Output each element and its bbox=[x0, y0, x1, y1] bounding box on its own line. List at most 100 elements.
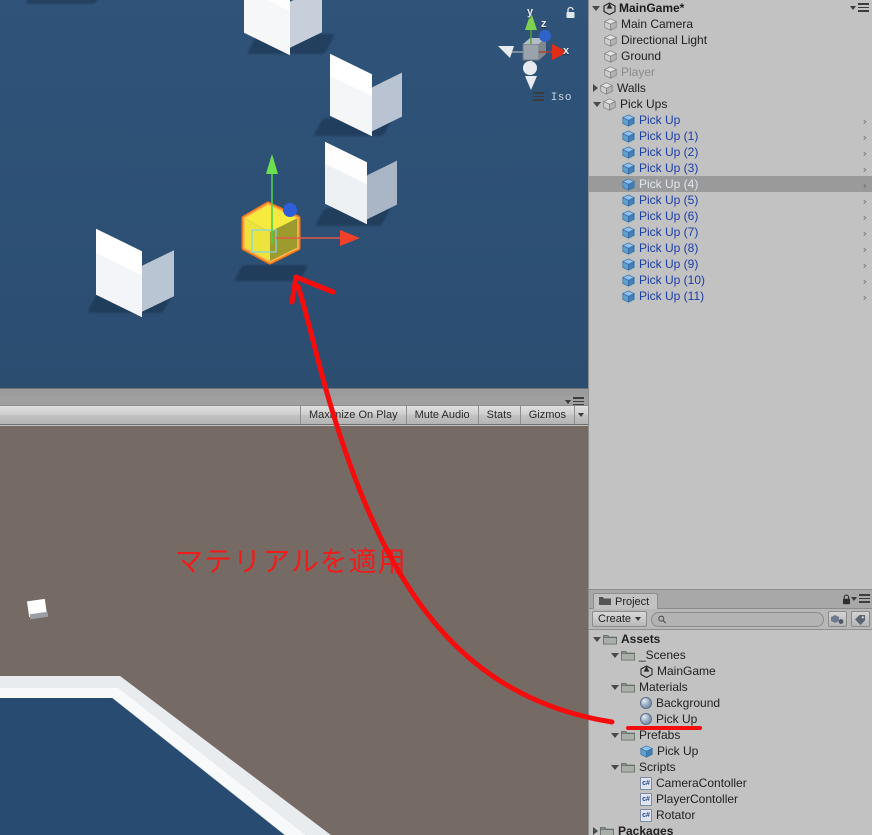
project-item-pick-up[interactable]: Pick Up bbox=[589, 743, 872, 759]
chevron-right-icon[interactable] bbox=[593, 827, 598, 835]
project-item-prefabs[interactable]: Prefabs bbox=[589, 727, 872, 743]
project-tabbar: Project bbox=[589, 590, 872, 610]
project-item-background[interactable]: Background bbox=[589, 695, 872, 711]
project-search-box[interactable] bbox=[651, 611, 824, 627]
project-lock-icon[interactable] bbox=[842, 594, 851, 605]
mute-audio-button[interactable]: Mute Audio bbox=[405, 406, 478, 424]
project-item-label: Scripts bbox=[639, 760, 676, 774]
scene-cube[interactable] bbox=[236, 0, 322, 56]
project-item-scenes[interactable]: _Scenes bbox=[589, 647, 872, 663]
project-item-cameracontoller[interactable]: c# CameraContoller bbox=[589, 775, 872, 791]
hierarchy-item-pick-up-5[interactable]: Pick Up (5) › bbox=[589, 192, 872, 208]
project-toolbar[interactable]: Create bbox=[589, 609, 872, 630]
gizmo-x-label: x bbox=[563, 45, 570, 57]
chevron-down-icon[interactable] bbox=[592, 5, 600, 11]
project-item-scripts[interactable]: Scripts bbox=[589, 759, 872, 775]
project-item-pick-up[interactable]: Pick Up bbox=[589, 711, 872, 727]
hierarchy-item-directional-light[interactable]: Directional Light bbox=[589, 32, 872, 48]
project-panel[interactable]: Project Create Assets _Scenes MainGame M… bbox=[589, 589, 872, 835]
project-item-packages[interactable]: Packages bbox=[589, 823, 872, 835]
hierarchy-item-ground[interactable]: Ground bbox=[589, 48, 872, 64]
hierarchy-item-pick-up-9[interactable]: Pick Up (9) › bbox=[589, 256, 872, 272]
project-panel-menu[interactable] bbox=[851, 594, 870, 603]
prefab-open-chevron-icon[interactable]: › bbox=[863, 243, 867, 256]
hierarchy-item-pick-ups[interactable]: Pick Ups bbox=[589, 96, 872, 112]
hierarchy-item-pick-up-7[interactable]: Pick Up (7) › bbox=[589, 224, 872, 240]
chevron-down-icon[interactable] bbox=[611, 732, 619, 738]
selected-cube-shadow bbox=[233, 265, 309, 281]
game-field bbox=[0, 676, 331, 835]
chevron-right-icon[interactable] bbox=[593, 84, 598, 92]
hierarchy-item-pick-up-11[interactable]: Pick Up (11) › bbox=[589, 288, 872, 304]
prefab-cube-icon bbox=[621, 273, 636, 287]
prefab-cube-icon bbox=[621, 177, 636, 191]
scene-view[interactable]: y z x Iso bbox=[0, 0, 588, 388]
hierarchy-item-pick-up-6[interactable]: Pick Up (6) › bbox=[589, 208, 872, 224]
project-item-playercontoller[interactable]: c# PlayerContoller bbox=[589, 791, 872, 807]
prefab-open-chevron-icon[interactable]: › bbox=[863, 179, 867, 192]
create-button[interactable]: Create bbox=[592, 611, 648, 627]
hierarchy-panel-menu[interactable] bbox=[850, 3, 869, 12]
hamburger-icon bbox=[858, 3, 869, 12]
hierarchy-item-pick-up-3[interactable]: Pick Up (3) › bbox=[589, 160, 872, 176]
chevron-down-icon[interactable] bbox=[611, 684, 619, 690]
tab-project[interactable]: Project bbox=[593, 593, 659, 610]
hierarchy-panel[interactable]: MainGame* Main Camera Directional Light Gr… bbox=[589, 0, 872, 589]
filter-by-label-button[interactable] bbox=[851, 611, 870, 627]
cube-icon bbox=[603, 33, 618, 47]
hierarchy-item-walls[interactable]: Walls bbox=[589, 80, 872, 96]
prefab-open-chevron-icon[interactable]: › bbox=[863, 115, 867, 128]
prefab-open-chevron-icon[interactable]: › bbox=[863, 131, 867, 144]
project-item-assets[interactable]: Assets bbox=[589, 631, 872, 647]
project-item-maingame[interactable]: MainGame bbox=[589, 663, 872, 679]
chevron-down-icon bbox=[578, 413, 584, 417]
hierarchy-item-pick-up-4[interactable]: Pick Up (4) › bbox=[589, 176, 872, 192]
project-item-rotator[interactable]: c# Rotator bbox=[589, 807, 872, 823]
project-item-materials[interactable]: Materials bbox=[589, 679, 872, 695]
prefab-cube-icon bbox=[621, 225, 636, 239]
hierarchy-item-pick-up-8[interactable]: Pick Up (8) › bbox=[589, 240, 872, 256]
cube-icon bbox=[599, 81, 614, 95]
project-search-input[interactable] bbox=[670, 613, 817, 625]
gizmos-dropdown-button[interactable] bbox=[574, 406, 588, 424]
prefab-open-chevron-icon[interactable]: › bbox=[863, 195, 867, 208]
hierarchy-item-label: Main Camera bbox=[621, 17, 694, 31]
game-view[interactable] bbox=[0, 426, 588, 835]
chevron-down-icon[interactable] bbox=[611, 652, 619, 658]
project-tree[interactable]: Assets _Scenes MainGame Materials Background… bbox=[589, 630, 872, 835]
gizmos-button[interactable]: Gizmos bbox=[519, 406, 574, 424]
hierarchy-item-pick-up-10[interactable]: Pick Up (10) › bbox=[589, 272, 872, 288]
project-item-label: MainGame bbox=[657, 664, 716, 678]
hierarchy-item-player[interactable]: Player bbox=[589, 64, 872, 80]
filter-by-type-button[interactable] bbox=[828, 611, 847, 627]
scene-cube[interactable] bbox=[330, 53, 406, 137]
prefab-open-chevron-icon[interactable]: › bbox=[863, 163, 867, 176]
scene-cube[interactable] bbox=[96, 228, 176, 318]
prefab-open-chevron-icon[interactable]: › bbox=[863, 211, 867, 224]
scene-projection-mode[interactable]: Iso bbox=[532, 92, 572, 104]
game-view-toolbar[interactable]: Maximize On Play Mute Audio Stats Gizmos bbox=[0, 405, 588, 425]
scene-orientation-gizmo[interactable]: y z x bbox=[496, 6, 574, 98]
move-gizmo[interactable] bbox=[228, 148, 368, 260]
prefab-cube-icon bbox=[621, 129, 636, 143]
prefab-cube-icon bbox=[621, 161, 636, 175]
scene-lock-icon[interactable] bbox=[565, 6, 576, 19]
chevron-down-icon[interactable] bbox=[593, 101, 601, 107]
prefab-open-chevron-icon[interactable]: › bbox=[863, 291, 867, 304]
maximize-on-play-button[interactable]: Maximize On Play bbox=[299, 406, 406, 424]
chevron-down-icon[interactable] bbox=[611, 764, 619, 770]
hierarchy-scene-row[interactable]: MainGame* bbox=[589, 0, 872, 16]
prefab-open-chevron-icon[interactable]: › bbox=[863, 227, 867, 240]
prefab-open-chevron-icon[interactable]: › bbox=[863, 147, 867, 160]
hierarchy-item-pick-up-1[interactable]: Pick Up (1) › bbox=[589, 128, 872, 144]
prefab-open-chevron-icon[interactable]: › bbox=[863, 275, 867, 288]
search-icon bbox=[658, 615, 667, 623]
hierarchy-item-main-camera[interactable]: Main Camera bbox=[589, 16, 872, 32]
project-item-label: Materials bbox=[639, 680, 688, 694]
hierarchy-tree[interactable]: Main Camera Directional Light Ground Player… bbox=[589, 16, 872, 304]
hierarchy-item-pick-up-2[interactable]: Pick Up (2) › bbox=[589, 144, 872, 160]
stats-button[interactable]: Stats bbox=[477, 406, 520, 424]
prefab-open-chevron-icon[interactable]: › bbox=[863, 259, 867, 272]
chevron-down-icon[interactable] bbox=[593, 636, 601, 642]
hierarchy-item-pick-up[interactable]: Pick Up › bbox=[589, 112, 872, 128]
